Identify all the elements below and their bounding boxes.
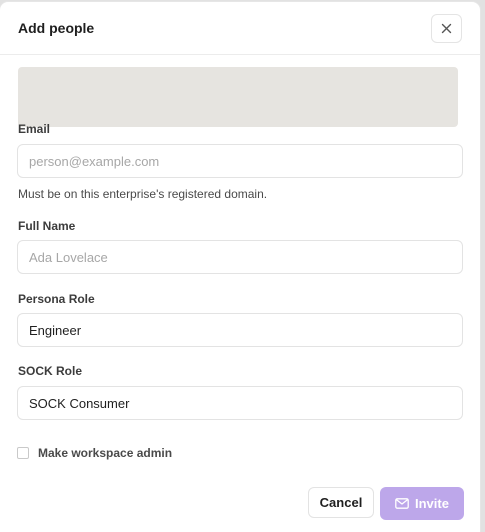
full-name-placeholder: Ada Lovelace (29, 250, 108, 265)
persona-role-field[interactable]: Engineer (17, 313, 463, 347)
envelope-icon (395, 498, 409, 509)
dialog-header: Add people (0, 2, 480, 55)
sock-role-value: SOCK Consumer (29, 396, 130, 411)
dialog-title: Add people (18, 20, 95, 36)
full-name-field[interactable]: Ada Lovelace (17, 240, 463, 274)
sock-role-field[interactable]: SOCK Consumer (17, 386, 463, 420)
workspace-admin-label[interactable]: Make workspace admin (38, 446, 172, 460)
email-placeholder: person@example.com (29, 154, 160, 169)
email-hint: Must be on this enterprise's registered … (18, 187, 268, 201)
invite-label: Invite (415, 496, 449, 511)
workspace-admin-checkbox[interactable] (17, 447, 29, 459)
persona-role-value: Engineer (29, 323, 82, 338)
full-name-label: Full Name (18, 219, 76, 233)
sock-role-label: SOCK Role (18, 364, 83, 378)
invite-button[interactable]: Invite (380, 487, 464, 520)
close-icon (441, 23, 452, 34)
email-field[interactable]: person@example.com (17, 144, 463, 178)
close-button[interactable] (431, 14, 462, 43)
email-label: Email (18, 122, 51, 136)
add-people-dialog: Add people Email person@example.com Must… (0, 2, 480, 532)
loading-placeholder (18, 67, 458, 127)
cancel-button[interactable]: Cancel (308, 487, 374, 518)
persona-role-label: Persona Role (18, 292, 95, 306)
